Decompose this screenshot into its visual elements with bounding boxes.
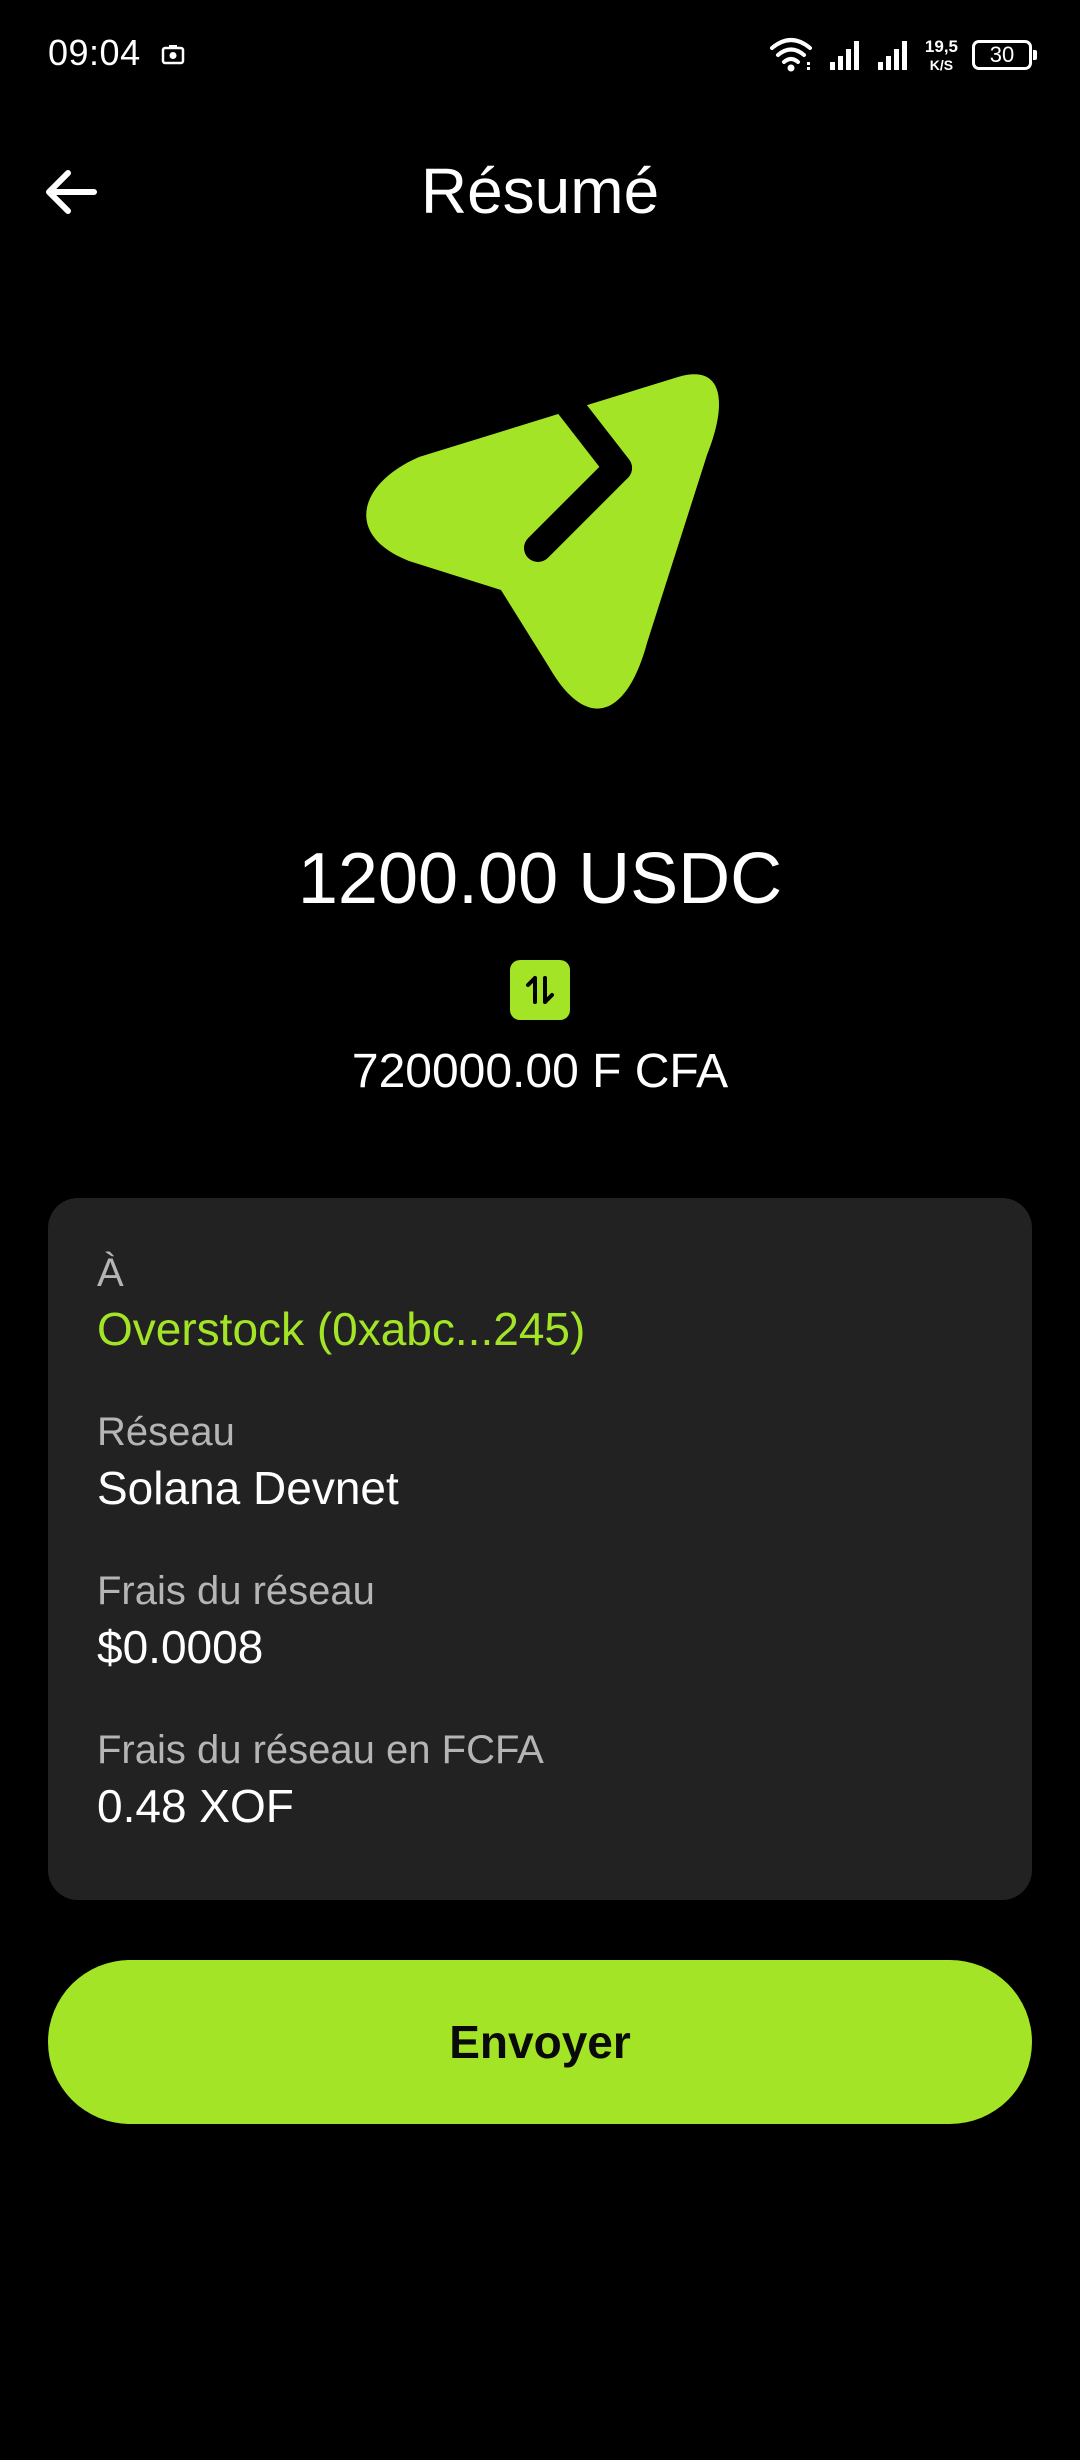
camera-icon xyxy=(161,45,185,65)
send-arrow-icon xyxy=(366,365,720,709)
detail-label: Frais du réseau en FCFA xyxy=(97,1728,544,1772)
battery-level: 30 xyxy=(989,42,1015,67)
swap-vertical-icon xyxy=(526,976,554,1004)
cellular-signal-icon xyxy=(829,41,859,70)
page-title: Résumé xyxy=(420,155,660,227)
status-bar: 09:04 19,5 K/S 30 xyxy=(0,0,1080,110)
detail-network: Réseau Solana Devnet xyxy=(97,1407,983,1566)
status-indicators: 19,5 K/S 30 xyxy=(769,30,1037,80)
transaction-details-card: À Overstock (0xabc...245) Réseau Solana … xyxy=(48,1198,1032,1900)
detail-label: Frais du réseau xyxy=(97,1569,375,1613)
network-speed-unit: K/S xyxy=(929,57,954,73)
network-fee-value: $0.0008 xyxy=(97,1621,264,1673)
detail-recipient: À Overstock (0xabc...245) xyxy=(97,1248,983,1407)
converted-amount: 720000.00 F CFA xyxy=(351,1045,729,1098)
battery-icon: 30 xyxy=(972,40,1037,70)
status-time: 09:04 xyxy=(48,32,141,73)
network-speed: 19,5 K/S xyxy=(925,38,958,72)
detail-label: Réseau xyxy=(97,1410,235,1454)
network-fee-fcfa-value: 0.48 XOF xyxy=(97,1780,294,1832)
detail-network-fee-fcfa: Frais du réseau en FCFA 0.48 XOF xyxy=(97,1725,983,1884)
detail-label: À xyxy=(97,1251,124,1295)
send-button[interactable]: Envoyer xyxy=(48,1960,1032,2124)
recipient-value: Overstock (0xabc...245) xyxy=(97,1303,586,1355)
header: Résumé xyxy=(0,140,1080,240)
amount: 1200.00 USDC xyxy=(297,839,783,919)
currency-swap-button[interactable] xyxy=(510,960,570,1020)
wifi-icon xyxy=(769,38,812,72)
detail-network-fee: Frais du réseau $0.0008 xyxy=(97,1566,983,1725)
cellular-signal-icon xyxy=(877,41,907,70)
network-value: Solana Devnet xyxy=(97,1462,399,1514)
network-speed-value: 19,5 xyxy=(924,37,958,56)
